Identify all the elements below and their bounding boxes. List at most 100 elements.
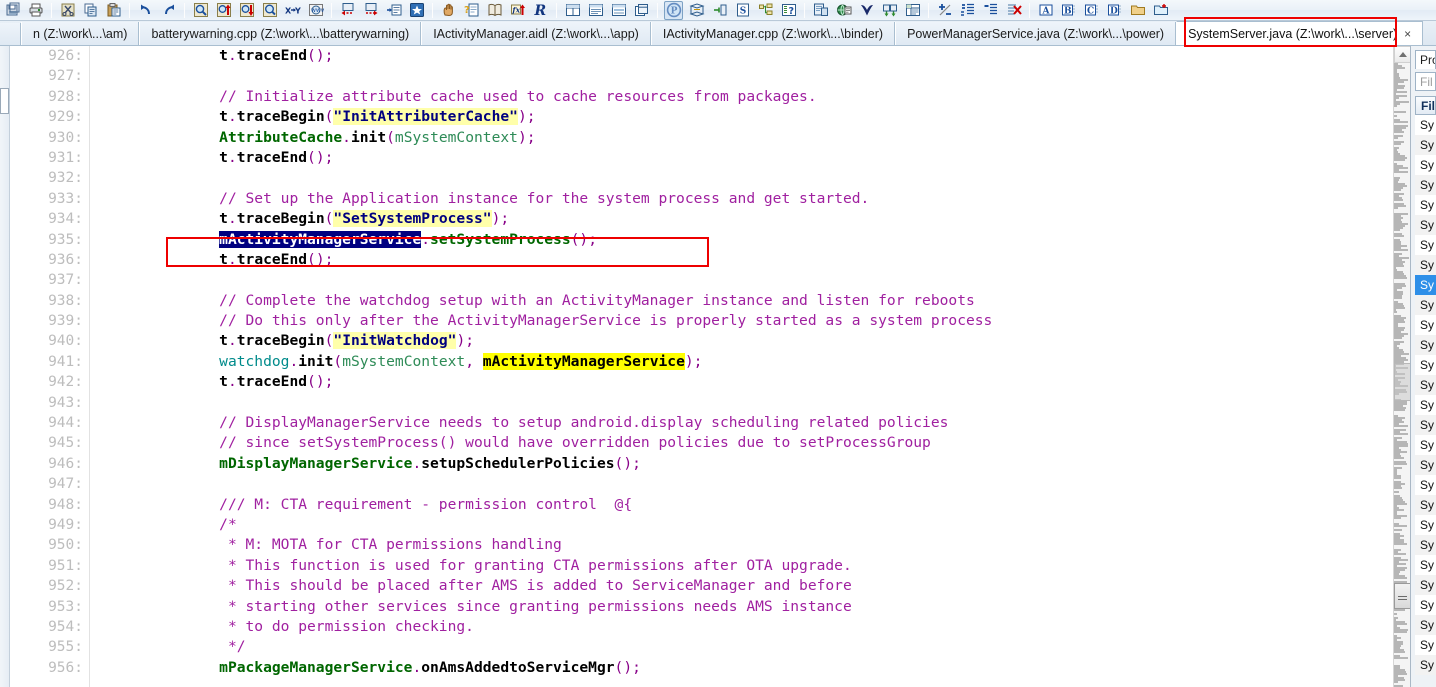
code-line[interactable]: // Complete the watchdog setup with an A…: [90, 291, 1393, 311]
code-line[interactable]: t.traceBegin("SetSystemProcess");: [90, 209, 1393, 229]
project-file-item[interactable]: Sy: [1415, 255, 1436, 275]
toolbar-button-sync-files[interactable]: [686, 1, 707, 20]
project-filter-input[interactable]: Fil: [1415, 72, 1436, 91]
code-line[interactable]: // DisplayManagerService needs to setup …: [90, 413, 1393, 433]
project-file-item[interactable]: Sy: [1415, 335, 1436, 355]
toolbar-button-fx-up[interactable]: fx: [507, 1, 528, 20]
project-file-item[interactable]: Sy: [1415, 355, 1436, 375]
code-line[interactable]: * This should be placed after AMS is add…: [90, 576, 1393, 596]
project-file-item[interactable]: Sy: [1415, 455, 1436, 475]
document-tab-3[interactable]: IActivityManager.cpp (Z:\work\...\binder…: [651, 22, 895, 46]
toolbar-button-split-horizontal[interactable]: [585, 1, 606, 20]
toolbar-button-relation-tree[interactable]: [755, 1, 776, 20]
document-tab-1[interactable]: batterywarning.cpp (Z:\work\...\batteryw…: [139, 22, 421, 46]
toolbar-button-globe-symbols[interactable]: [833, 1, 854, 20]
scrollbar-track-minimap[interactable]: [1394, 63, 1411, 687]
tab-scroll-stub[interactable]: [0, 23, 21, 45]
toolbar-button-question-page[interactable]: ?: [461, 1, 482, 20]
project-file-item[interactable]: Sy: [1415, 575, 1436, 595]
project-file-item[interactable]: Sy: [1415, 315, 1436, 335]
toolbar-button-symbol-s[interactable]: S: [732, 1, 753, 20]
code-line[interactable]: t.traceBegin("InitAttributerCache");: [90, 107, 1393, 127]
vertical-scrollbar[interactable]: [1393, 46, 1410, 687]
toolbar-button-project-p[interactable]: P: [663, 1, 684, 20]
project-file-item[interactable]: Sy: [1415, 115, 1436, 135]
project-file-item[interactable]: Sy: [1415, 235, 1436, 255]
code-line[interactable]: t.traceEnd();: [90, 250, 1393, 270]
project-file-item[interactable]: Sy: [1415, 495, 1436, 515]
project-file-item[interactable]: Sy: [1415, 615, 1436, 635]
code-line[interactable]: // Do this only after the ActivityManage…: [90, 311, 1393, 331]
project-file-panel[interactable]: Pro Fil Fil SySySySySySySySySySySySySySy…: [1410, 46, 1436, 687]
toolbar-button-file-props[interactable]: [810, 1, 831, 20]
document-tab-4[interactable]: PowerManagerService.java (Z:\work\...\po…: [895, 22, 1176, 46]
toolbar-button-magnifier-up[interactable]: [213, 1, 234, 20]
project-file-item[interactable]: Sy: [1415, 215, 1436, 235]
toolbar-button-jump-back[interactable]: [337, 1, 358, 20]
project-file-item[interactable]: Sy: [1415, 375, 1436, 395]
project-file-item[interactable]: Sy: [1415, 475, 1436, 495]
toolbar-button-magnifier-page[interactable]: [190, 1, 211, 20]
code-line[interactable]: AttributeCache.init(mSystemContext);: [90, 128, 1393, 148]
code-line[interactable]: * This function is used for granting CTA…: [90, 556, 1393, 576]
document-tab-5[interactable]: SystemServer.java (Z:\work\...\server)×: [1176, 21, 1423, 46]
toolbar-button-folder-open[interactable]: [1127, 1, 1148, 20]
toolbar-button-script-r[interactable]: R: [530, 1, 551, 20]
toolbar-button-paste[interactable]: [103, 1, 124, 20]
code-line[interactable]: */: [90, 637, 1393, 657]
project-file-list[interactable]: SySySySySySySySySySySySySySySySySySySySy…: [1411, 115, 1436, 675]
code-line[interactable]: // since setSystemProcess() would have o…: [90, 433, 1393, 453]
code-line[interactable]: // Initialize attribute cache used to ca…: [90, 87, 1393, 107]
project-file-item[interactable]: Sy: [1415, 555, 1436, 575]
code-line[interactable]: mActivityManagerService.setSystemProcess…: [90, 230, 1393, 250]
toolbar-button-star-bookmark[interactable]: [406, 1, 427, 20]
toolbar-button-magnifier-down[interactable]: [236, 1, 257, 20]
code-line[interactable]: t.traceEnd();: [90, 372, 1393, 392]
toolbar-button-indent-left[interactable]: [980, 1, 1001, 20]
toolbar-button-printer[interactable]: [25, 1, 46, 20]
code-line[interactable]: * to do permission checking.: [90, 617, 1393, 637]
toolbar-button-add-file[interactable]: [709, 1, 730, 20]
code-line[interactable]: t.traceEnd();: [90, 148, 1393, 168]
code-line[interactable]: /*: [90, 515, 1393, 535]
scrollbar-thumb[interactable]: [1394, 363, 1411, 401]
document-tab-2[interactable]: IActivityManager.aidl (Z:\work\...\app): [421, 22, 651, 46]
toolbar-button-redo-arrow[interactable]: [158, 1, 179, 20]
code-line[interactable]: [90, 66, 1393, 86]
project-file-item[interactable]: Sy: [1415, 175, 1436, 195]
toolbar-button-save-all[interactable]: [2, 1, 23, 20]
project-file-item[interactable]: Sy: [1415, 415, 1436, 435]
project-file-item[interactable]: Sy: [1415, 295, 1436, 315]
project-file-item[interactable]: Sy: [1415, 195, 1436, 215]
code-line[interactable]: t.traceBegin("InitWatchdog");: [90, 331, 1393, 351]
code-line[interactable]: * M: MOTA for CTA permissions handling: [90, 535, 1393, 555]
toolbar-button-copy[interactable]: [80, 1, 101, 20]
toolbar-button-checkin-v[interactable]: [856, 1, 877, 20]
project-file-item[interactable]: Sy: [1415, 275, 1436, 295]
toolbar-button-hand[interactable]: [438, 1, 459, 20]
toolbar-button-scissors[interactable]: [57, 1, 78, 20]
toolbar-button-list-window[interactable]: [608, 1, 629, 20]
toolbar-button-cascade-windows[interactable]: [631, 1, 652, 20]
code-line[interactable]: * starting other services since granting…: [90, 597, 1393, 617]
code-line[interactable]: // Set up the Application instance for t…: [90, 189, 1393, 209]
code-line[interactable]: mDisplayManagerService.setupSchedulerPol…: [90, 454, 1393, 474]
project-file-item[interactable]: Sy: [1415, 135, 1436, 155]
toolbar-button-folder-new[interactable]: [1150, 1, 1171, 20]
toolbar-button-sync-green[interactable]: [879, 1, 900, 20]
tab-close-icon[interactable]: ×: [1404, 27, 1411, 41]
project-file-item[interactable]: Sy: [1415, 395, 1436, 415]
project-file-item[interactable]: Sy: [1415, 435, 1436, 455]
code-line[interactable]: /// M: CTA requirement - permission cont…: [90, 495, 1393, 515]
project-file-item[interactable]: Sy: [1415, 155, 1436, 175]
project-file-item[interactable]: Sy: [1415, 595, 1436, 615]
toolbar-button-book[interactable]: [484, 1, 505, 20]
toolbar-button-indent-right[interactable]: [957, 1, 978, 20]
project-file-item[interactable]: Sy: [1415, 535, 1436, 555]
code-line[interactable]: watchdog.init(mSystemContext, mActivityM…: [90, 352, 1393, 372]
toolbar-button-plus-minus[interactable]: [934, 1, 955, 20]
code-line[interactable]: [90, 168, 1393, 188]
code-line[interactable]: t.traceEnd();: [90, 46, 1393, 66]
toolbar-button-magnifier-files[interactable]: [259, 1, 280, 20]
code-text-area[interactable]: t.traceEnd(); // Initialize attribute ca…: [90, 46, 1393, 687]
